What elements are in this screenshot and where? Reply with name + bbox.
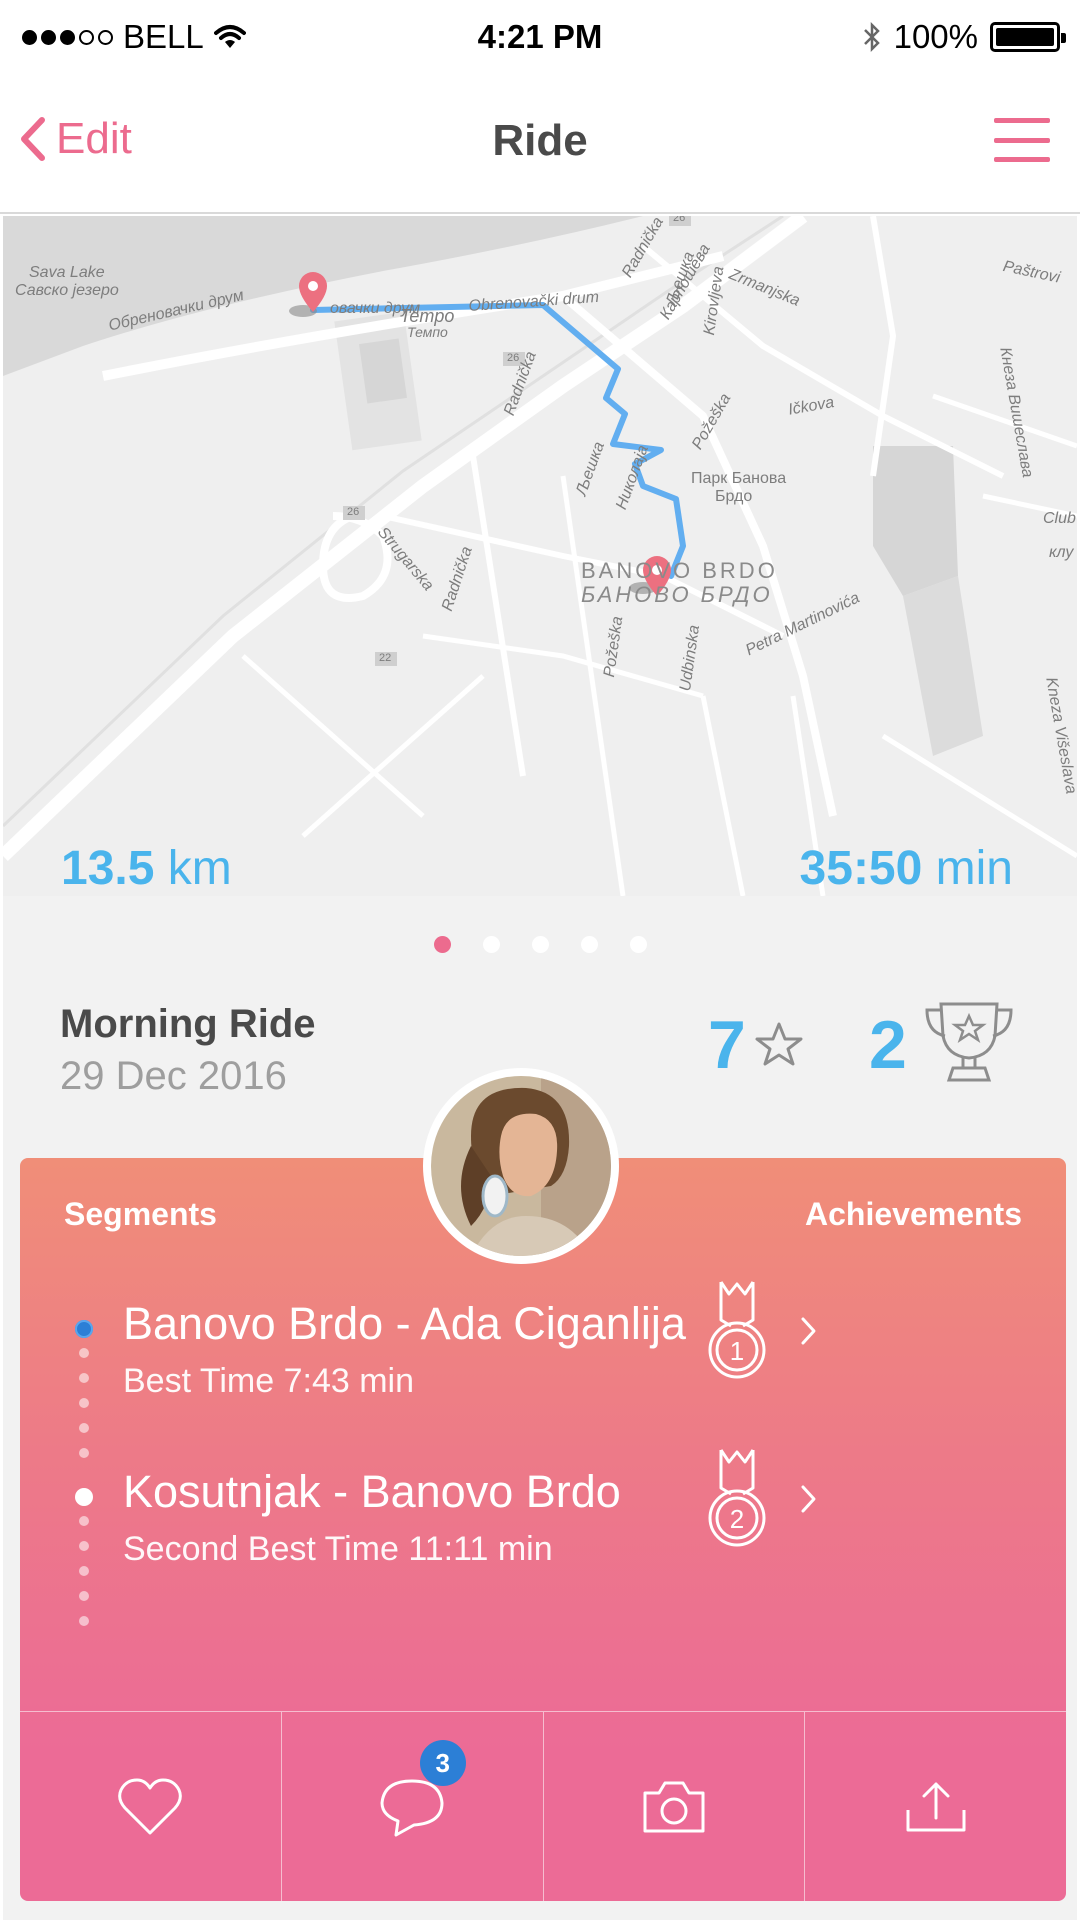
avatar-photo [431,1076,611,1256]
camera-icon [643,1781,705,1832]
share-icon [906,1782,966,1831]
medal-number: 2 [730,1504,744,1534]
chevron-right-icon[interactable] [800,1316,818,1346]
medal-number: 1 [730,1336,744,1366]
ride-content: Sava Lake Савско језеро Обреновачки друм… [3,216,1077,1920]
page-title: Ride [492,116,588,165]
comment-button[interactable]: 3 [282,1712,544,1901]
stars-count: 7 [708,1007,746,1083]
highway-shield-label: 26 [347,506,360,518]
highway-shield-label: 22 [379,652,392,664]
gold-medal-icon: 1 [708,1281,766,1379]
battery-icon [990,22,1066,52]
map-label: Club [1043,510,1076,527]
battery-percent: 100% [893,18,978,55]
star-icon[interactable] [755,1021,803,1067]
map-label: Парк Банова [691,470,787,487]
highway-shield-label: 26 [507,352,520,364]
silver-medal-icon: 2 [708,1449,766,1547]
distance-value: 13.5 [61,842,155,895]
distance-unit: km [167,842,232,895]
duration-unit: min [935,842,1013,895]
segment-title: Kosutnjak - Banovo Brdo [123,1466,621,1517]
segment-row[interactable]: Banovo Brdo - Ada Ciganlija Best Time 7:… [20,1281,1066,1478]
segments-label: Segments [64,1196,217,1232]
segment-bullet [75,1320,93,1338]
segment-row[interactable]: Kosutnjak - Banovo Brdo Second Best Time… [20,1449,1066,1646]
distance-stat: 13.5 km [61,841,232,896]
status-bar: BELL 4:21 PM 100% [0,0,1080,78]
map-label: Савско језеро [15,282,119,299]
camera-button[interactable] [544,1712,806,1901]
segment-subtitle: Best Time 7:43 min [123,1362,415,1400]
comment-icon [380,1779,444,1836]
route-map[interactable]: Sava Lake Савско језеро Обреновачки друм… [3,216,1077,896]
map-label: Sava Lake [29,264,105,281]
page-indicator[interactable] [3,936,1077,953]
map-label: Темпо [407,324,448,340]
map-label: БАНОВО БРДО [581,582,773,607]
bluetooth-icon [863,21,880,53]
segment-bullet [75,1488,93,1506]
map-label: BANOVO BRDO [581,558,778,583]
map-label: клу [1049,544,1074,561]
action-toolbar: 3 [20,1711,1066,1901]
page-dot[interactable] [531,936,549,953]
heart-icon [118,1778,183,1834]
trophy-icon[interactable] [923,996,1015,1088]
highway-shield-label: 26 [673,216,686,224]
like-button[interactable] [20,1712,282,1901]
segment-title: Banovo Brdo - Ada Ciganlija [123,1298,686,1349]
page-dot[interactable] [482,936,500,953]
duration-value: 35:50 [799,842,923,895]
achievements-label: Achievements [805,1196,1022,1232]
nav-bar: Edit Ride [0,78,1080,214]
ride-name: Morning Ride [60,1002,316,1046]
page-dot[interactable] [629,936,647,953]
segment-subtitle: Second Best Time 11:11 min [123,1530,553,1568]
trophy-count: 2 [869,1007,907,1083]
status-right: 100% [862,18,1066,56]
chevron-right-icon[interactable] [800,1484,818,1514]
duration-stat: 35:50 min [800,841,1013,896]
comment-count-badge: 3 [419,1740,466,1786]
share-button[interactable] [805,1712,1066,1901]
segments-card: Segments Achievements Banovo Brdo - Ada … [20,1158,1066,1901]
map-label: Брдо [715,488,753,505]
avatar[interactable] [423,1068,619,1264]
page-dot[interactable] [433,936,451,953]
ride-date: 29 Dec 2016 [60,1054,287,1098]
page-dot[interactable] [580,936,598,953]
hamburger-menu-icon[interactable] [994,118,1050,162]
